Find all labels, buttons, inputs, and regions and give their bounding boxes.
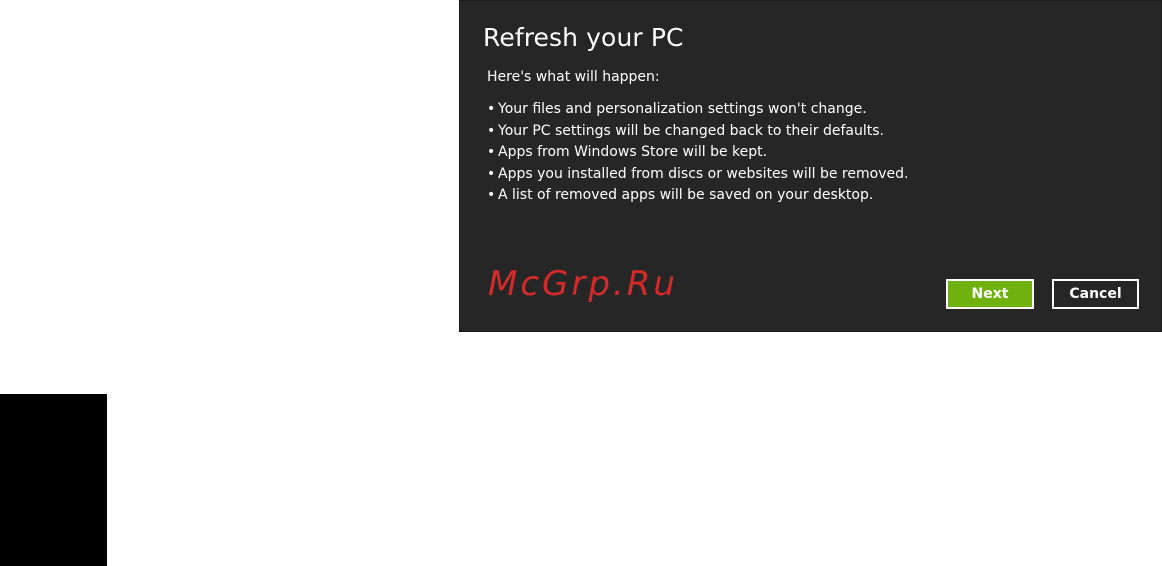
cancel-button[interactable]: Cancel [1052,279,1139,309]
list-item: • Your files and personalization settings… [487,99,908,121]
intro-text: Here's what will happen: [487,69,660,85]
refresh-pc-dialog: Refresh your PC Here's what will happen:… [459,0,1162,332]
watermark: McGrp.Ru [488,264,678,304]
list-item: • Your PC settings will be changed back t… [487,121,908,143]
bullet-text: A list of removed apps will be saved on … [498,187,874,203]
bullet-text: Your PC settings will be changed back to… [498,122,884,139]
bullet-glyph: • [487,187,496,203]
bullet-text: Your files and personalization settings … [498,101,867,117]
page: Refresh your PC Here's what will happen:… [0,0,1162,566]
bullet-glyph: • [487,101,496,117]
list-item: • Apps you installed from discs or websit… [487,164,908,186]
bullet-glyph: • [487,165,496,182]
bullet-text: Apps from Windows Store will be kept. [498,144,768,160]
bullet-list: • Your files and personalization settings… [487,99,908,207]
bullet-glyph: • [487,144,496,160]
next-button[interactable]: Next [946,279,1034,309]
bullet-glyph: • [487,122,496,139]
black-side-block [0,394,107,566]
bullet-text: Apps you installed from discs or website… [498,165,909,182]
list-item: • A list of removed apps will be saved on… [487,185,908,207]
dialog-title: Refresh your PC [483,23,684,52]
list-item: • Apps from Windows Store will be kept. [487,142,908,164]
